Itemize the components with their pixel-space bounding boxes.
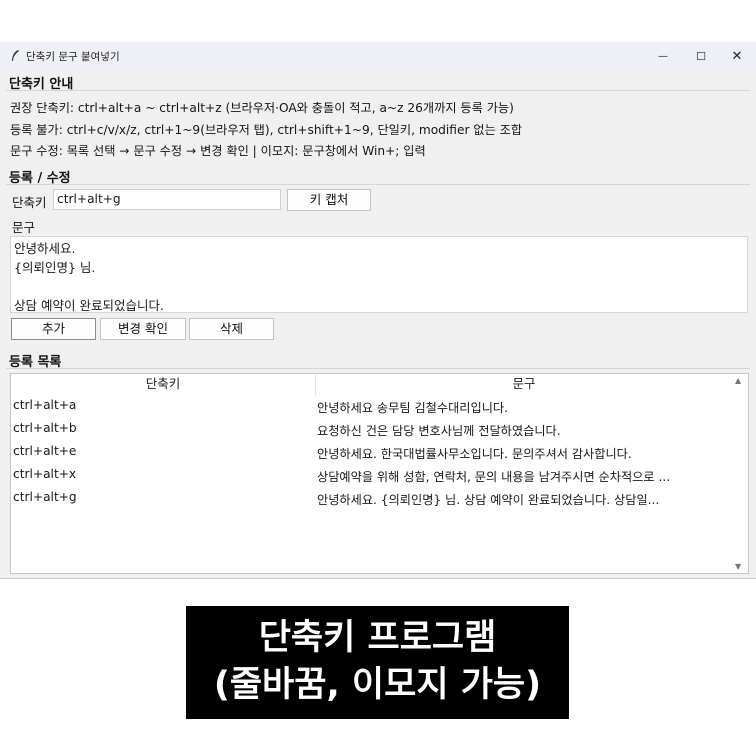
row-hotkey: ctrl+alt+g [13,490,77,504]
row-hotkey: ctrl+alt+a [13,398,77,412]
close-icon: ✕ [731,48,743,64]
hotkey-label: 단축키 [12,195,47,210]
table-row[interactable]: ctrl+alt+e 안녕하세요. 한국대법률사무소입니다. 문의주셔서 감사합… [11,442,733,465]
hotkey-list[interactable]: 단축키 문구 ctrl+alt+a 안녕하세요 송무팀 김철수대리입니다. ct… [10,373,749,574]
window-title: 단축키 문구 붙여넣기 [26,51,120,63]
row-hotkey: ctrl+alt+e [13,444,77,458]
row-phrase: 요청하신 건은 담당 변호사님께 전달하였습니다. [317,424,561,438]
row-phrase: 안녕하세요. {의뢰인명} 님. 상담 예약이 완료되었습니다. 상담일... [317,493,660,507]
table-row[interactable]: ctrl+alt+a 안녕하세요 송무팀 김철수대리입니다. [11,396,733,419]
table-row[interactable]: ctrl+alt+g 안녕하세요. {의뢰인명} 님. 상담 예약이 완료되었습… [11,488,733,511]
table-row[interactable]: ctrl+alt+x 상담예약을 위해 성함, 연락처, 문의 내용을 남겨주시… [11,465,733,488]
hotkey-input[interactable]: ctrl+alt+g [53,189,281,210]
column-header-hotkey[interactable]: 단축키 [11,374,316,396]
add-button[interactable]: 추가 [11,318,96,340]
caption-subtitle: (줄바꿈, 이모지 가능) [213,665,542,705]
guide-line-recommended: 권장 단축키: ctrl+alt+a ~ ctrl+alt+z (브라우저·OA… [10,101,514,115]
phrase-textarea[interactable]: 안녕하세요. {의뢰인명} 님. 상담 예약이 완료되었습니다. [10,236,748,313]
table-row[interactable]: ctrl+alt+b 요청하신 건은 담당 변호사님께 전달하였습니다. [11,419,733,442]
list-scrollbar[interactable]: ▲ ▼ [732,374,748,573]
feather-icon [12,50,19,61]
caption-banner: 단축키 프로그램 (줄바꿈, 이모지 가능) [186,606,569,719]
divider [6,184,750,185]
divider [6,90,750,91]
divider [6,368,750,369]
minimize-icon: — [658,50,668,62]
close-button[interactable]: ✕ [718,42,756,70]
phrase-label: 문구 [12,220,36,235]
phrase-line [14,277,744,296]
row-hotkey: ctrl+alt+x [13,467,77,481]
key-capture-button[interactable]: 키 캡처 [287,189,371,211]
row-phrase: 안녕하세요. 한국대법률사무소입니다. 문의주셔서 감사합니다. [317,447,632,461]
phrase-line: 상담 예약이 완료되었습니다. [14,298,164,313]
maximize-icon: ☐ [696,49,706,63]
minimize-button[interactable]: — [644,42,682,70]
caption-title: 단축키 프로그램 [258,618,497,658]
guide-line-forbidden: 등록 불가: ctrl+c/v/x/z, ctrl+1~9(브라우저 탭), c… [10,123,523,137]
row-hotkey: ctrl+alt+b [13,421,77,435]
app-window: 단축키 문구 붙여넣기 — ☐ ✕ 단축키 안내 권장 단축키: ctrl+al… [0,42,756,579]
row-phrase: 안녕하세요 송무팀 김철수대리입니다. [317,401,509,415]
delete-button[interactable]: 삭제 [189,318,274,340]
phrase-line: 안녕하세요. [14,241,76,256]
title-bar[interactable]: 단축키 문구 붙여넣기 — ☐ ✕ [0,42,756,70]
maximize-button[interactable]: ☐ [682,42,720,70]
row-phrase: 상담예약을 위해 성함, 연락처, 문의 내용을 남겨주시면 순차적으로 ... [317,470,671,484]
phrase-line: {의뢰인명} 님. [14,260,96,275]
confirm-change-button[interactable]: 변경 확인 [100,318,186,340]
scroll-up-icon[interactable]: ▲ [735,376,741,385]
scroll-down-icon[interactable]: ▼ [735,562,741,571]
guide-line-edit: 문구 수정: 목록 선택 → 문구 수정 → 변경 확인 | 이모지: 문구창에… [10,144,426,158]
column-header-phrase[interactable]: 문구 [315,374,733,396]
